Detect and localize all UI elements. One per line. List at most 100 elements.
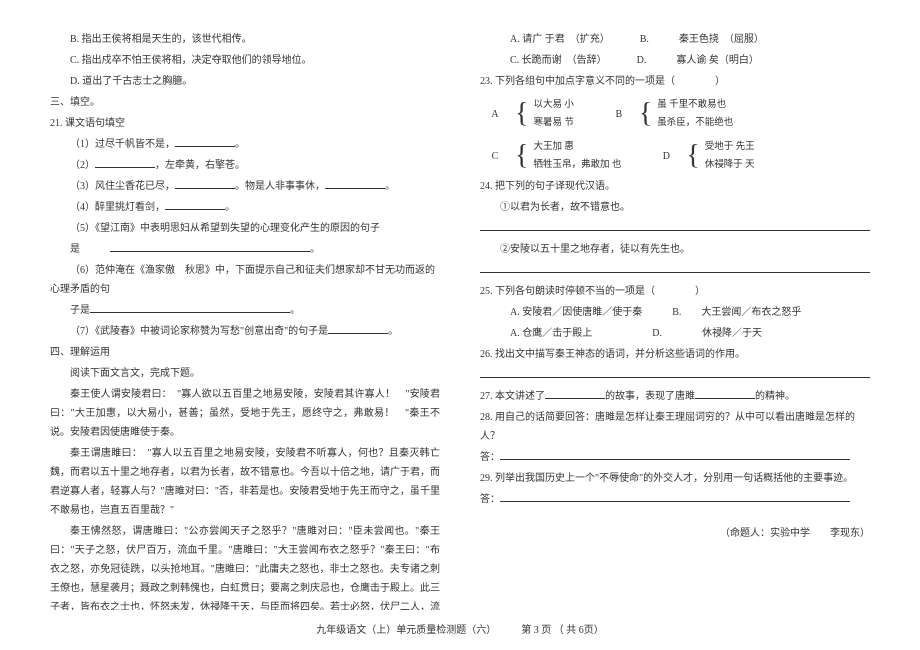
- q29-ans: 答：: [480, 490, 870, 509]
- q25-a: A. 安陵君／因使唐雎／使于秦: [510, 307, 642, 318]
- q22-opt-c: C. 长跪而谢 （告辞）: [510, 55, 607, 66]
- blank[interactable]: [110, 240, 310, 252]
- blank[interactable]: [325, 177, 385, 189]
- q24-1-blank[interactable]: [480, 219, 870, 238]
- q25: 25. 下列各句朗读时停顿不当的一项是（ ）: [480, 282, 870, 301]
- q21-7: （7）《武陵春》中被词论家称赞为写愁"创意出奇"的句子是 。: [50, 322, 440, 341]
- punct: 。: [388, 326, 398, 337]
- q25-b: B. 大王尝闻／布衣之怒乎: [672, 307, 801, 318]
- punct: 。: [310, 244, 320, 255]
- q21-2b: ，左牵黄，右擎苍。: [155, 160, 245, 171]
- section-4-title: 四、理解运用: [50, 343, 440, 362]
- br-a1: 以大易 小: [533, 96, 573, 114]
- q26: 26. 找出文中描写秦王神态的语词，并分析这些语词的作用。: [480, 345, 870, 364]
- opt-c: C. 指出戍卒不怕王侯将相，决定夺取他们的领导地位。: [50, 51, 440, 70]
- blank[interactable]: [695, 387, 755, 399]
- byline: （命题人：实验中学 李现东）: [480, 524, 870, 543]
- q28-ans-label: 答：: [480, 452, 500, 463]
- q21-3: （3）风住尘香花已尽， 。物是人非事事休， 。: [50, 177, 440, 196]
- q21-1: （1）过尽千帆皆不是， 。: [50, 135, 440, 154]
- brace-b: B { 虽 千里不敢易也 虽杀臣，不能绝也: [604, 96, 733, 132]
- blank[interactable]: [175, 177, 235, 189]
- q28: 28. 用自己的话简要回答：唐雎是怎样让秦王理屈词穷的？从中可以看出唐雎是怎样的…: [480, 408, 870, 446]
- label-a: A: [480, 105, 510, 124]
- q21-6b: 子是 。: [50, 301, 440, 320]
- q25-row2: A. 仓鹰／击于殿上 D. 休祲降／于天: [480, 324, 870, 343]
- punct: 。: [290, 305, 300, 316]
- q21-1-text: （1）过尽千帆皆不是，: [70, 139, 175, 150]
- blank[interactable]: [175, 135, 235, 147]
- q27a: 27. 本文讲述了: [480, 391, 545, 402]
- passage-2: 秦王谓唐雎曰： "寡人以五百里之地易安陵，安陵君不听寡人，何也？且秦灭韩亡魏，而…: [50, 444, 440, 520]
- q29: 29. 列举出我国历史上一个"不辱使命"的外交人才，分别用一句话概括他的主要事迹…: [480, 469, 870, 488]
- q22-opts-row1: A. 请广 于君 （扩充） B. 秦王色挠 （屈服）: [480, 30, 870, 49]
- opt-b: B. 指出王侯将相是天生的，该世代相传。: [50, 30, 440, 49]
- q21-3a: （3）风住尘香花已尽，: [70, 181, 175, 192]
- brace-c: C { 大王加 惠 牺牲玉帛，弗敢加 也: [480, 138, 621, 174]
- q21-3b: 。物是人非事事休，: [235, 181, 325, 192]
- brace-icon: {: [686, 142, 699, 170]
- brace-icon: {: [639, 100, 652, 128]
- q24: 24. 把下列的句子译现代汉语。: [480, 177, 870, 196]
- section-3-title: 三、填空。: [50, 93, 440, 112]
- q24-2-blank[interactable]: [480, 261, 870, 280]
- passage-3: 秦王怫然怒，谓唐雎曰："公亦尝闻天子之怒乎？"唐雎对曰："臣未尝闻也。"秦王曰：…: [50, 522, 440, 610]
- punct: 。: [385, 181, 395, 192]
- q28-ans: 答：: [480, 448, 870, 467]
- q29-ans-label: 答：: [480, 494, 500, 505]
- q21: 21. 课文语句填空: [50, 114, 440, 133]
- br-d2: 休祲降于 天: [705, 156, 755, 174]
- q24-2: ②安陵以五十里之地存者，徒以有先生也。: [480, 240, 870, 259]
- q25-d: D. 休祲降／于天: [652, 328, 762, 339]
- q21-2-text: （2）: [70, 160, 95, 171]
- br-b1: 虽 千里不敢易也: [657, 96, 733, 114]
- q21-5a: （5）《望江南》中表明思妇从希望到失望的心理变化产生的原因的句子: [50, 219, 440, 238]
- q21-6b-text: 子是: [70, 305, 90, 316]
- q21-5b: 是。: [50, 240, 440, 259]
- q22-opt-b: B. 秦王色挠 （屈服）: [640, 34, 764, 45]
- blank[interactable]: [500, 490, 850, 502]
- left-column: B. 指出王侯将相是天生的，该世代相传。 C. 指出戍卒不怕王侯将相，决定夺取他…: [50, 30, 440, 610]
- q22-opts-row2: C. 长跪而谢 （告辞） D. 寡人谕 矣（明白）: [480, 51, 870, 70]
- br-d1: 受地于 先王: [705, 138, 755, 156]
- passage-1: 秦王使人谓安陵君曰： "寡人欲以五百里之地易安陵，安陵君其许寡人！ "安陵君曰：…: [50, 385, 440, 442]
- blank[interactable]: [95, 156, 155, 168]
- right-column: A. 请广 于君 （扩充） B. 秦王色挠 （屈服） C. 长跪而谢 （告辞） D.…: [480, 30, 870, 610]
- blank[interactable]: [545, 387, 605, 399]
- q22-opt-a: A. 请广 于君 （扩充）: [510, 34, 610, 45]
- page-footer: 九年级语文（上）单元质量检测题（六） 第 3 页 （ 共 6页）: [0, 621, 920, 640]
- brace-a: A { 以大易 小 寒暑易 节: [480, 96, 574, 132]
- br-c2: 牺牲玉帛，弗敢加 也: [533, 156, 621, 174]
- blank[interactable]: [500, 448, 850, 460]
- q23: 23. 下列各组句中加点字意义不同的一项是（ ）: [480, 72, 870, 91]
- q21-5b-text: 是: [70, 244, 80, 255]
- q27c: 的精神。: [755, 391, 795, 402]
- q21-4a: （4）醉里挑灯看剑，: [70, 202, 165, 213]
- q25-c: A. 仓鹰／击于殿上: [510, 328, 592, 339]
- label-c: C: [480, 147, 510, 166]
- br-c1: 大王加 惠: [533, 138, 621, 156]
- br-b2: 虽杀臣，不能绝也: [657, 114, 733, 132]
- label-d: D: [651, 147, 681, 166]
- opt-d: D. 道出了千古志士之胸臆。: [50, 72, 440, 91]
- q25-row1: A. 安陵君／因使唐雎／使于秦 B. 大王尝闻／布衣之怒乎: [480, 303, 870, 322]
- brace-row-ab: A { 以大易 小 寒暑易 节 B { 虽 千里不敢易也 虽杀臣，不能绝也: [480, 93, 870, 135]
- brace-d: D { 受地于 先王 休祲降于 天: [651, 138, 754, 174]
- q21-2: （2） ，左牵黄，右擎苍。: [50, 156, 440, 175]
- q26-blank[interactable]: [480, 366, 870, 385]
- brace-icon: {: [515, 100, 528, 128]
- blank[interactable]: [90, 301, 290, 313]
- brace-icon: {: [515, 142, 528, 170]
- br-a2: 寒暑易 节: [533, 114, 573, 132]
- punct: 。: [225, 202, 235, 213]
- q24-1: ①以君为长者，故不错意也。: [480, 198, 870, 217]
- blank[interactable]: [165, 198, 225, 210]
- punct: 。: [235, 139, 245, 150]
- brace-row-cd: C { 大王加 惠 牺牲玉帛，弗敢加 也 D { 受地于 先王 休祲降于 天: [480, 135, 870, 177]
- q27b: 的故事，表现了唐雎: [605, 391, 695, 402]
- q27: 27. 本文讲述了 的故事，表现了唐雎 的精神。: [480, 387, 870, 406]
- q21-7a: （7）《武陵春》中被词论家称赞为写愁"创意出奇"的句子是: [70, 326, 328, 337]
- section-4-sub: 阅读下面文言文，完成下题。: [50, 364, 440, 383]
- blank[interactable]: [328, 322, 388, 334]
- q22-opt-d: D. 寡人谕 矣（明白）: [637, 55, 759, 66]
